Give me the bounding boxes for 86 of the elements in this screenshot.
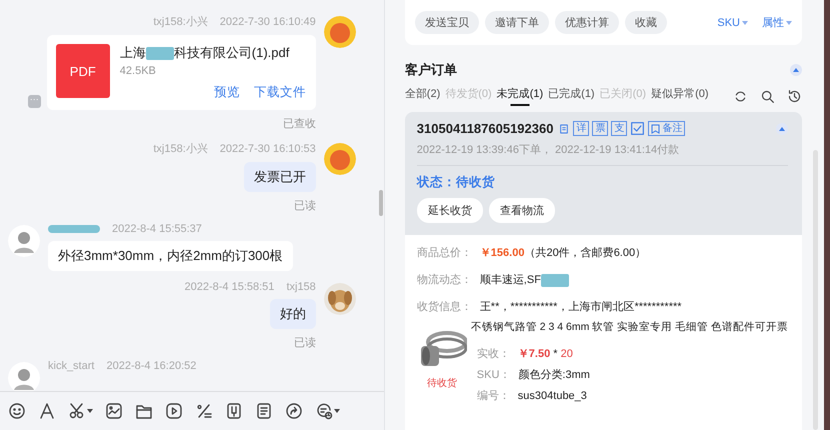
scissors-icon[interactable] bbox=[68, 402, 86, 420]
avatar[interactable] bbox=[8, 362, 40, 391]
search-icon[interactable] bbox=[760, 88, 775, 104]
bookmark-icon bbox=[651, 124, 660, 134]
scrollbar[interactable] bbox=[378, 190, 383, 216]
percent-icon[interactable] bbox=[195, 402, 213, 420]
dropdown-link[interactable]: SKU bbox=[717, 16, 740, 28]
read-receipt: 已查收 bbox=[282, 117, 316, 131]
product-title: 不锈钢气路管 2 3 4 6mm 软管 实验室专用 毛细管 色谱配件可开票 bbox=[470, 320, 788, 334]
field-label: 编号： bbox=[476, 389, 510, 403]
sender-name: txj158:小兴 bbox=[153, 142, 208, 156]
video-icon[interactable] bbox=[165, 402, 183, 420]
total-note: （共20件，含邮费6.00） bbox=[524, 247, 646, 259]
field-label: 商品总价： bbox=[416, 246, 472, 260]
item-status: 待收货 bbox=[426, 376, 457, 390]
field-label: 收货信息： bbox=[416, 300, 472, 314]
file-type-badge: PDF bbox=[56, 44, 110, 98]
copy-icon[interactable] bbox=[558, 122, 570, 134]
redaction-mark bbox=[146, 47, 174, 60]
sender-name: kick_start bbox=[48, 360, 94, 372]
avatar[interactable] bbox=[8, 225, 40, 257]
image-icon[interactable] bbox=[105, 402, 123, 420]
order-tag[interactable]: 详 bbox=[573, 121, 590, 136]
quantity: 20 bbox=[560, 348, 573, 360]
file-size: 42.5KB bbox=[120, 65, 157, 77]
message-time: 2022-8-4 16:20:52 bbox=[106, 360, 196, 372]
redaction-mark bbox=[540, 274, 569, 287]
chat-clock-icon[interactable] bbox=[315, 402, 333, 420]
file-name: 科技有限公司(1).pdf bbox=[174, 45, 290, 60]
avatar[interactable] bbox=[324, 16, 356, 48]
order-status: 状态：待收货 bbox=[416, 174, 496, 191]
caret-icon[interactable] bbox=[334, 409, 340, 413]
filter-tab[interactable]: 未完成(1) bbox=[496, 86, 544, 106]
refresh-icon[interactable] bbox=[733, 88, 748, 104]
field-label: SKU： bbox=[476, 368, 510, 382]
read-receipt: 已读 bbox=[294, 199, 316, 213]
message-time: 2022-7-30 16:10:49 bbox=[220, 16, 316, 28]
times-sign: * bbox=[553, 348, 558, 360]
order-tag[interactable]: 支 bbox=[611, 121, 628, 136]
collapse-icon[interactable] bbox=[790, 64, 802, 76]
address-info: 王**，***********，上海市闸北区*********** bbox=[480, 300, 682, 314]
message-bubble: 好的 bbox=[270, 299, 316, 329]
share-icon[interactable] bbox=[285, 402, 303, 420]
action-button[interactable]: 优惠计算 bbox=[554, 11, 619, 34]
filter-tab[interactable]: 全部(2) bbox=[404, 86, 440, 106]
file-action-link[interactable]: 预览 bbox=[214, 84, 240, 101]
message-time: 2022-8-4 15:58:51 bbox=[184, 281, 274, 293]
order-button[interactable]: 查看物流 bbox=[488, 198, 555, 223]
history-icon[interactable] bbox=[787, 88, 802, 104]
emoji-icon[interactable] bbox=[8, 402, 26, 420]
message-time: 2022-7-30 16:10:53 bbox=[220, 142, 316, 154]
avatar[interactable] bbox=[324, 143, 356, 175]
caret-icon[interactable] bbox=[87, 409, 93, 413]
redaction-mark bbox=[48, 225, 100, 233]
code-value: sus304tube_3 bbox=[518, 390, 587, 402]
dropdown-link[interactable]: 属性 bbox=[762, 15, 784, 30]
collapse-icon[interactable] bbox=[776, 122, 788, 134]
message-time: 2022-8-4 15:55:37 bbox=[112, 223, 202, 235]
logistics-info: 顺丰速运,SF bbox=[480, 274, 541, 286]
paid-price: ￥7.50 bbox=[518, 348, 550, 360]
section-title: 客户订单 bbox=[404, 61, 457, 79]
file-action-link[interactable]: 下载文件 bbox=[254, 84, 306, 101]
sku-value: 颜色分类:3mm bbox=[518, 368, 590, 382]
order-number: 3105041187605192360 bbox=[416, 121, 554, 136]
sender-name: txj158 bbox=[286, 281, 316, 293]
note-tag[interactable]: 备注 bbox=[648, 121, 686, 136]
total-price: ￥156.00 bbox=[480, 247, 524, 259]
message-bubble: 外径3mm*30mm，内径2mm的订300根 bbox=[48, 241, 293, 271]
field-label: 实收： bbox=[476, 346, 510, 361]
font-icon[interactable] bbox=[38, 402, 56, 420]
sender-name: txj158:小兴 bbox=[153, 15, 208, 29]
action-button[interactable]: 发送宝贝 bbox=[414, 11, 479, 34]
scrollbar[interactable] bbox=[813, 150, 818, 430]
edit-check-icon[interactable] bbox=[630, 121, 646, 136]
message-bubble: 发票已开 bbox=[244, 162, 316, 192]
filter-tab[interactable]: 疑似异常(0) bbox=[651, 86, 709, 106]
action-button[interactable]: 收藏 bbox=[624, 11, 667, 34]
field-label: 物流动态： bbox=[416, 272, 472, 287]
order-dates: 2022-12-19 13:39:46下单， 2022-12-19 13:41:14付款 bbox=[416, 142, 788, 166]
filter-tab[interactable]: 已完成(1) bbox=[548, 86, 595, 106]
file-name: 上海 bbox=[120, 45, 146, 60]
order-button[interactable]: 延长收货 bbox=[416, 198, 483, 223]
action-button[interactable]: 邀请下单 bbox=[484, 11, 549, 34]
document-icon[interactable] bbox=[255, 402, 273, 420]
order-tag[interactable]: 票 bbox=[592, 121, 608, 136]
read-receipt: 已读 bbox=[294, 336, 316, 350]
